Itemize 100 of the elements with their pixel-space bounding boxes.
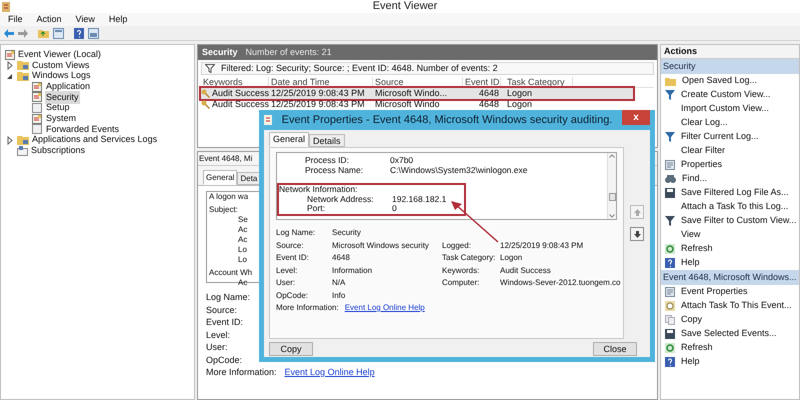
subscriptions-icon [17, 146, 28, 156]
pane-command[interactable]: Save Filter to Custom View... [661, 214, 799, 228]
pane-command[interactable]: Save Selected Events... [661, 327, 799, 341]
scrollbar[interactable] [607, 153, 616, 219]
pane-command[interactable]: Refresh [661, 242, 799, 256]
field-label: Task Category: [442, 253, 496, 263]
pane-command[interactable]: Clear Filter [661, 144, 799, 158]
menu-item[interactable]: File [8, 12, 23, 26]
event-count: Number of events: 21 [246, 46, 332, 59]
tab[interactable]: Deta [237, 172, 260, 185]
pane-command[interactable]: Save Filtered Log File As... [661, 186, 799, 200]
description-line: Subject: [209, 205, 238, 215]
tree-item[interactable]: Subscriptions [31, 144, 86, 158]
pane-command[interactable]: Clear Log... [661, 116, 799, 130]
scroll-thumb[interactable] [608, 193, 616, 201]
help-link[interactable]: Event Log Online Help [284, 366, 375, 378]
field-value: Logon [500, 253, 522, 263]
field-value: Info [332, 290, 346, 300]
section-header[interactable]: Event 4648, Microsoft Windows... [661, 270, 799, 285]
back-icon[interactable] [4, 28, 14, 38]
field-label: More Information: [206, 366, 277, 378]
section-label: Network Information: [279, 185, 358, 194]
pane-command[interactable]: Event Properties [661, 285, 799, 299]
filter-text: Filtered: Log: Security; Source: ; Event ID: 4648. Number of events: 2 [221, 62, 498, 75]
folder-icon [17, 135, 29, 146]
help-icon[interactable] [74, 28, 84, 38]
field-label: Source: [206, 304, 238, 316]
pane-command[interactable]: Help [661, 256, 799, 270]
copy-icon [665, 315, 675, 325]
tab[interactable]: General [203, 170, 238, 185]
field-label: Computer: [442, 278, 480, 288]
field-value: Information [332, 266, 372, 276]
pane-command[interactable]: Refresh [661, 341, 799, 355]
tree-item[interactable]: Event Viewer (Local) [18, 48, 101, 62]
folder-icon [17, 60, 29, 70]
log-icon [32, 124, 42, 134]
table-cell-text: 12/25/2019 9:08:43 PM [270, 88, 366, 99]
table-cell-text: Microsoft Windo [374, 99, 441, 110]
funnel-icon [205, 64, 215, 73]
field-value: N/A [332, 278, 346, 288]
field-label: Source: [276, 240, 304, 250]
binoculars-icon [665, 174, 676, 184]
field-value: Windows-Sever-2012.tuongem.co [500, 278, 621, 288]
dialog-button[interactable]: Copy [269, 342, 313, 356]
scroll-up-icon[interactable] [609, 154, 615, 158]
forward-icon[interactable] [18, 28, 28, 38]
collapsed-arrow-icon[interactable] [5, 60, 14, 70]
pane-command[interactable]: Help [661, 355, 799, 369]
pane-command[interactable]: Filter Current Log... [661, 130, 799, 144]
app-icon [2, 2, 10, 12]
scroll-down-icon[interactable] [609, 214, 615, 218]
pane-command[interactable]: Open Saved Log... [661, 74, 799, 88]
field-label: Process Name: [305, 166, 364, 175]
tab[interactable]: General [269, 132, 310, 147]
pane-command[interactable]: Attach Task To This Event... [661, 299, 799, 313]
menu-item[interactable]: View [76, 12, 95, 26]
table-row[interactable]: Audit Success 12/25/2019 9:08:43 PM Microsoft Windo 4648 Logon [201, 99, 576, 110]
save-icon [665, 188, 675, 198]
expanded-arrow-icon[interactable] [5, 72, 14, 81]
dialog-button[interactable]: Close [593, 342, 637, 356]
menu-item[interactable]: Action [36, 12, 62, 26]
title-close-button[interactable]: x [622, 110, 650, 125]
panel-icon[interactable] [88, 28, 99, 38]
key-icon [201, 100, 210, 109]
field-value: Audit Success [500, 266, 551, 276]
actions-title: Actions [664, 45, 698, 58]
field-label: Process ID: [305, 156, 350, 166]
pane-command[interactable]: View [661, 228, 799, 242]
folder-up-icon[interactable] [38, 28, 49, 38]
previous-button[interactable] [630, 205, 644, 219]
menu-item[interactable]: Help [108, 12, 128, 26]
next-button[interactable] [630, 227, 644, 241]
pane-command[interactable]: Properties [661, 158, 799, 172]
panel-icon[interactable] [53, 28, 64, 38]
field-value: 12/25/2019 9:08:43 PM [500, 240, 584, 250]
pane-title: Security [202, 46, 238, 59]
description-line: Ac [238, 235, 248, 245]
pane-command[interactable]: Attach a Task To this Log... [661, 200, 799, 214]
table-cell-text: Logon [506, 88, 534, 99]
log-icon [32, 92, 42, 102]
description-line: Se [238, 215, 248, 225]
tree-item[interactable]: Security [45, 90, 80, 104]
pane-command[interactable]: Create Custom View... [661, 88, 799, 102]
field-label: Log Name: [276, 228, 316, 238]
funnel-icon [665, 216, 675, 226]
pane-command[interactable]: Copy [661, 313, 799, 327]
help-link[interactable]: Event Log Online Help [344, 303, 425, 313]
section-header[interactable]: Security [661, 59, 799, 74]
pane-command[interactable]: Import Custom View... [661, 102, 799, 116]
table-row[interactable]: Audit Success 12/25/2019 9:08:43 PM Microsoft Windo... 4648 Logon [201, 88, 633, 99]
table-cell-text: 12/25/2019 9:08:43 PM [270, 99, 366, 110]
table-cell-text: Audit Success [211, 88, 269, 99]
table-cell-text: Logon [506, 99, 534, 110]
tab[interactable]: Details [309, 134, 345, 147]
folder-icon [665, 76, 676, 86]
collapsed-arrow-icon[interactable] [5, 136, 14, 145]
dialog-title: Event Properties - Event 4648, Microsoft Windows security auditing. [280, 112, 614, 128]
field-label: User: [206, 341, 228, 354]
pane-command[interactable]: Find... [661, 172, 799, 186]
field-label: Level: [206, 328, 230, 341]
